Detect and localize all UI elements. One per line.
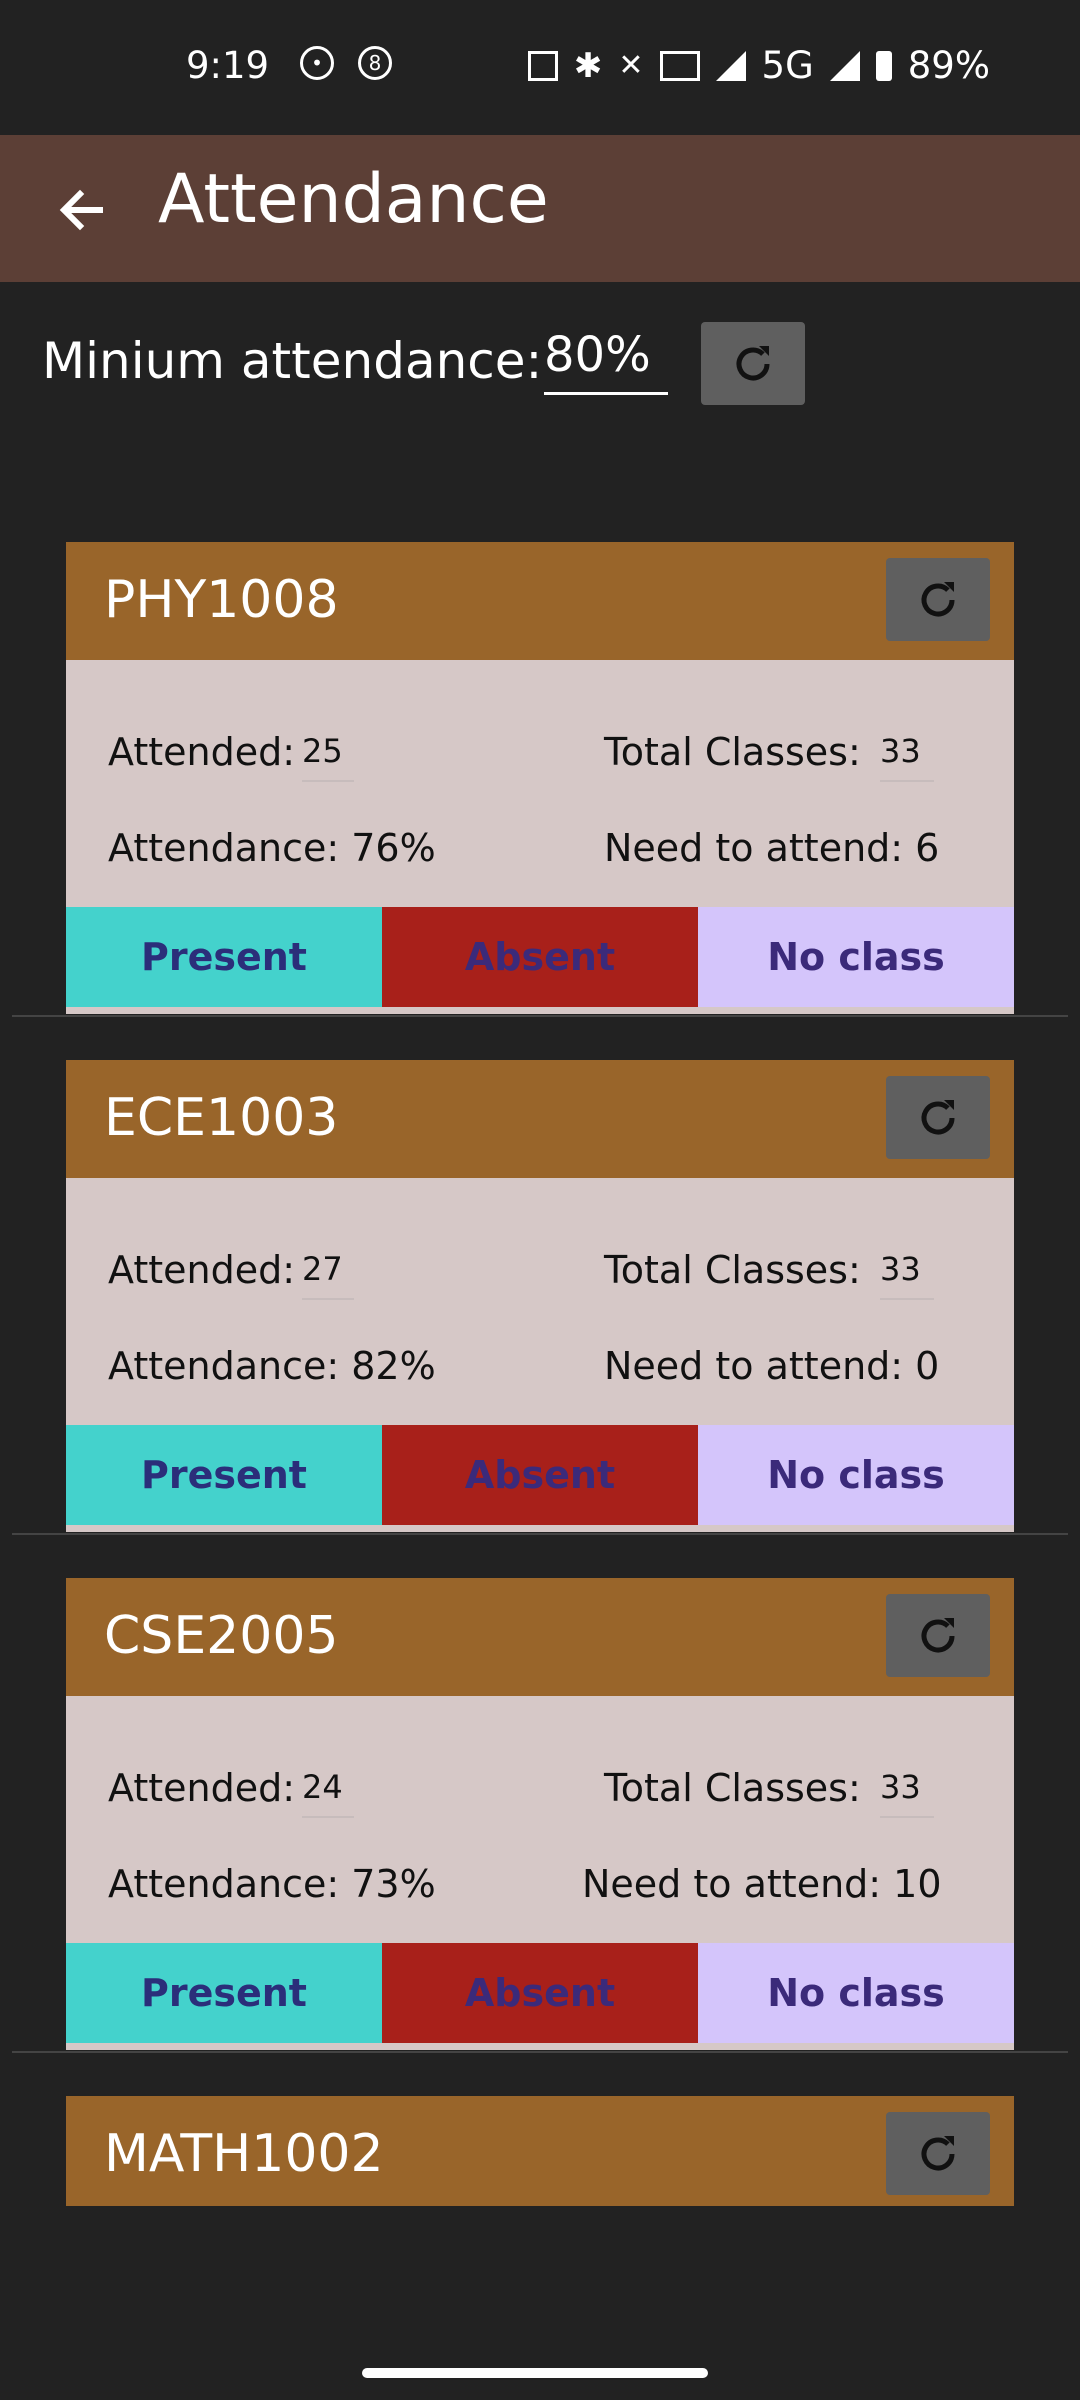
course-card-header: PHY1008: [66, 542, 1014, 660]
course-code: PHY1008: [104, 570, 339, 630]
refresh-icon: [921, 2135, 955, 2170]
reset-course-button[interactable]: [886, 1594, 990, 1677]
course-code: CSE2005: [104, 1606, 339, 1666]
need-to-attend: Need to attend: 10: [582, 1862, 942, 1906]
mark-buttons: Present Absent No class: [66, 907, 1014, 1007]
attended-field[interactable]: 25: [302, 732, 354, 782]
refresh-icon: [921, 1099, 955, 1134]
nfc-icon: [527, 50, 558, 81]
back-arrow-icon[interactable]: [52, 180, 112, 240]
no-class-button[interactable]: No class: [698, 1425, 1014, 1525]
present-button[interactable]: Present: [66, 1425, 382, 1525]
page-title: Attendance: [158, 160, 549, 239]
course-card-header: MATH1002: [66, 2096, 1014, 2206]
attendance-percent: Attendance: 76%: [108, 826, 436, 870]
refresh-icon: [921, 581, 955, 616]
cat-notification-icon: •: [300, 46, 334, 80]
signal-icon-2: [829, 50, 860, 81]
course-card-ece1003: ECE1003 Attended: 27 Total Classes: 33 A…: [66, 1060, 1014, 1532]
volte-icon: [659, 50, 700, 81]
no-class-button[interactable]: No class: [698, 907, 1014, 1007]
total-classes-label: Total Classes:: [604, 1766, 861, 1810]
need-to-attend: Need to attend: 0: [604, 1344, 940, 1388]
course-card-math1002: MATH1002: [66, 2096, 1014, 2206]
course-card-header: CSE2005: [66, 1578, 1014, 1696]
absent-button[interactable]: Absent: [382, 1425, 698, 1525]
course-code: MATH1002: [104, 2124, 384, 2184]
present-button[interactable]: Present: [66, 907, 382, 1007]
absent-button[interactable]: Absent: [382, 907, 698, 1007]
signal-icon: [715, 50, 746, 81]
status-right-cluster: ✱ ✕ 5G 89%: [527, 44, 990, 87]
attended-label: Attended:: [108, 1766, 296, 1810]
battery-level: 89%: [907, 44, 990, 87]
attendance-percent: Attendance: 73%: [108, 1862, 436, 1906]
total-classes-field[interactable]: 33: [880, 1768, 934, 1818]
reset-course-button[interactable]: [886, 558, 990, 641]
present-button[interactable]: Present: [66, 1943, 382, 2043]
home-indicator[interactable]: [362, 2368, 708, 2378]
absent-button[interactable]: Absent: [382, 1943, 698, 2043]
attended-field[interactable]: 24: [302, 1768, 354, 1818]
attendance-percent: Attendance: 82%: [108, 1344, 436, 1388]
refresh-icon: [921, 1617, 955, 1652]
attended-label: Attended:: [108, 730, 296, 774]
need-to-attend: Need to attend: 6: [604, 826, 940, 870]
8-ball-notification-icon: 8: [358, 46, 392, 80]
total-classes-label: Total Classes:: [604, 730, 861, 774]
mark-buttons: Present Absent No class: [66, 1943, 1014, 2043]
mark-buttons: Present Absent No class: [66, 1425, 1014, 1525]
course-code: ECE1003: [104, 1088, 339, 1148]
course-card-cse2005: CSE2005 Attended: 24 Total Classes: 33 A…: [66, 1578, 1014, 2050]
battery-icon: [875, 50, 892, 81]
minimum-attendance-input[interactable]: [544, 325, 668, 395]
course-card-phy1008: PHY1008 Attended: 25 Total Classes: 33 A…: [66, 542, 1014, 1014]
attended-label: Attended:: [108, 1248, 296, 1292]
refresh-icon: [736, 345, 770, 380]
divider: [12, 2051, 1068, 2053]
vibrate-off-icon: ✕: [618, 48, 644, 83]
course-card-header: ECE1003: [66, 1060, 1014, 1178]
minimum-attendance-label: Minium attendance:: [42, 332, 543, 390]
total-classes-field[interactable]: 33: [880, 1250, 934, 1300]
no-class-button[interactable]: No class: [698, 1943, 1014, 2043]
reset-all-button[interactable]: [701, 322, 805, 405]
total-classes-label: Total Classes:: [604, 1248, 861, 1292]
attended-field[interactable]: 27: [302, 1250, 354, 1300]
divider: [12, 1015, 1068, 1017]
divider: [12, 1533, 1068, 1535]
reset-course-button[interactable]: [886, 1076, 990, 1159]
bluetooth-icon: ✱: [573, 45, 603, 86]
network-type: 5G: [761, 44, 814, 87]
total-classes-field[interactable]: 33: [880, 732, 934, 782]
status-time: 9:19: [186, 44, 270, 87]
reset-course-button[interactable]: [886, 2112, 990, 2195]
